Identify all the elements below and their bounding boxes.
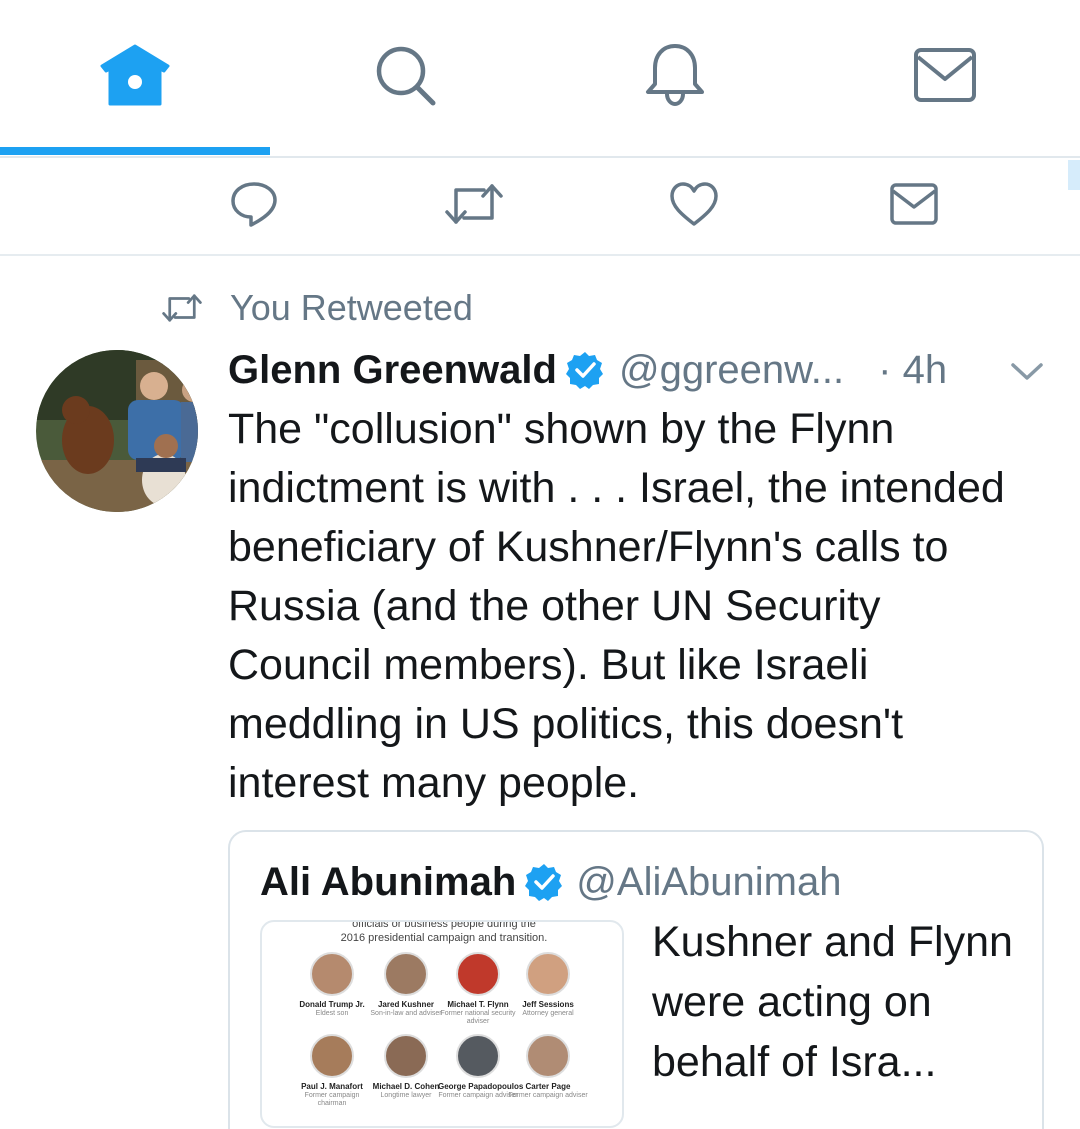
- quoted-tweet[interactable]: Ali Abunimah @AliAbunimah officials or b…: [228, 830, 1044, 1129]
- person-role: Son-in-law and adviser: [370, 1010, 442, 1017]
- retweet-button[interactable]: [444, 174, 504, 234]
- person-role: Former campaign adviser: [508, 1092, 588, 1099]
- quoted-tweet-media[interactable]: officials or business people during the …: [260, 920, 624, 1128]
- quoted-tweet-header: Ali Abunimah @AliAbunimah: [260, 854, 841, 910]
- avatar-photo: [36, 350, 198, 512]
- person-photo: [526, 1034, 570, 1078]
- person-name: Jeff Sessions: [522, 1000, 574, 1009]
- dm-icon: [890, 183, 938, 225]
- chevron-down-icon[interactable]: [1010, 362, 1044, 382]
- tab-home[interactable]: [0, 0, 270, 150]
- person-role: Former national security adviser: [440, 1010, 516, 1025]
- person-photo: [310, 952, 354, 996]
- tab-search[interactable]: [270, 0, 540, 150]
- person-role: Former campaign chairman: [304, 1092, 360, 1107]
- quoted-tweet-text: Kushner and Flynn were acting on behalf …: [652, 918, 1013, 1086]
- person-card: George Papadopoulos Former campaign advi…: [438, 1034, 524, 1100]
- person-name: Donald Trump Jr.: [299, 1000, 365, 1009]
- dm-button[interactable]: [884, 174, 944, 234]
- retweet-icon: [162, 294, 202, 322]
- person-name: Jared Kushner: [377, 1000, 435, 1009]
- verified-icon: [565, 352, 603, 389]
- like-icon: [670, 182, 718, 226]
- person-card: Carter Page Former campaign adviser: [508, 1034, 588, 1100]
- person-name: George Papadopoulos: [438, 1082, 524, 1091]
- person-name: Michael D. Cohen: [372, 1082, 440, 1091]
- tweet-header: Glenn Greenwald @ggreenw... · 4h: [228, 340, 1058, 400]
- top-navigation: [0, 0, 1080, 158]
- person-photo: [384, 1034, 428, 1078]
- previous-tweet-actions: [0, 160, 1080, 256]
- quoted-author-handle: @AliAbunimah: [576, 859, 842, 904]
- person-card: Michael D. Cohen Longtime lawyer: [366, 1034, 446, 1100]
- author-name[interactable]: Glenn Greenwald: [228, 348, 557, 393]
- tab-notifications[interactable]: [540, 0, 810, 150]
- person-role: Attorney general: [522, 1010, 574, 1017]
- person-photo: [456, 1034, 500, 1078]
- media-caption-line2: 2016 presidential campaign and transitio…: [340, 932, 548, 944]
- person-card: Jeff Sessions Attorney general: [508, 952, 588, 1018]
- reply-button[interactable]: [224, 174, 284, 234]
- quoted-author-name: Ali Abunimah: [260, 859, 517, 904]
- person-name: Michael T. Flynn: [447, 1000, 509, 1009]
- tab-messages[interactable]: [810, 0, 1080, 150]
- person-card: Jared Kushner Son-in-law and adviser: [366, 952, 446, 1018]
- person-role: Longtime lawyer: [380, 1092, 432, 1099]
- person-card: Paul J. Manafort Former campaign chairma…: [292, 1034, 372, 1108]
- author-handle[interactable]: @ggreenw...: [619, 348, 844, 393]
- person-photo: [456, 952, 500, 996]
- verified-icon: [525, 864, 563, 901]
- person-card: Donald Trump Jr. Eldest son: [292, 952, 372, 1018]
- active-tab-indicator: [0, 147, 270, 155]
- person-photo: [310, 1034, 354, 1078]
- media-caption-line1: officials or business people during the: [352, 920, 536, 930]
- person-photo: [384, 952, 428, 996]
- person-role: Former campaign adviser: [438, 1092, 518, 1099]
- timestamp[interactable]: · 4h: [878, 348, 947, 393]
- person-role: Eldest son: [315, 1010, 349, 1017]
- retweet-icon: [445, 184, 503, 224]
- person-name: Paul J. Manafort: [301, 1082, 363, 1091]
- person-card: Michael T. Flynn Former national securit…: [438, 952, 518, 1026]
- like-button[interactable]: [664, 174, 724, 234]
- mail-icon: [914, 48, 976, 102]
- reply-icon: [231, 182, 277, 227]
- avatar[interactable]: [36, 350, 198, 512]
- tweet-text: The "collusion" shown by the Flynn indic…: [228, 405, 1005, 807]
- person-photo: [526, 952, 570, 996]
- person-name: Carter Page: [525, 1082, 571, 1091]
- search-icon: [376, 46, 436, 106]
- social-context-label: You Retweeted: [230, 287, 473, 328]
- social-context: You Retweeted: [160, 284, 473, 332]
- bell-icon: [646, 44, 704, 107]
- home-icon: [100, 44, 170, 106]
